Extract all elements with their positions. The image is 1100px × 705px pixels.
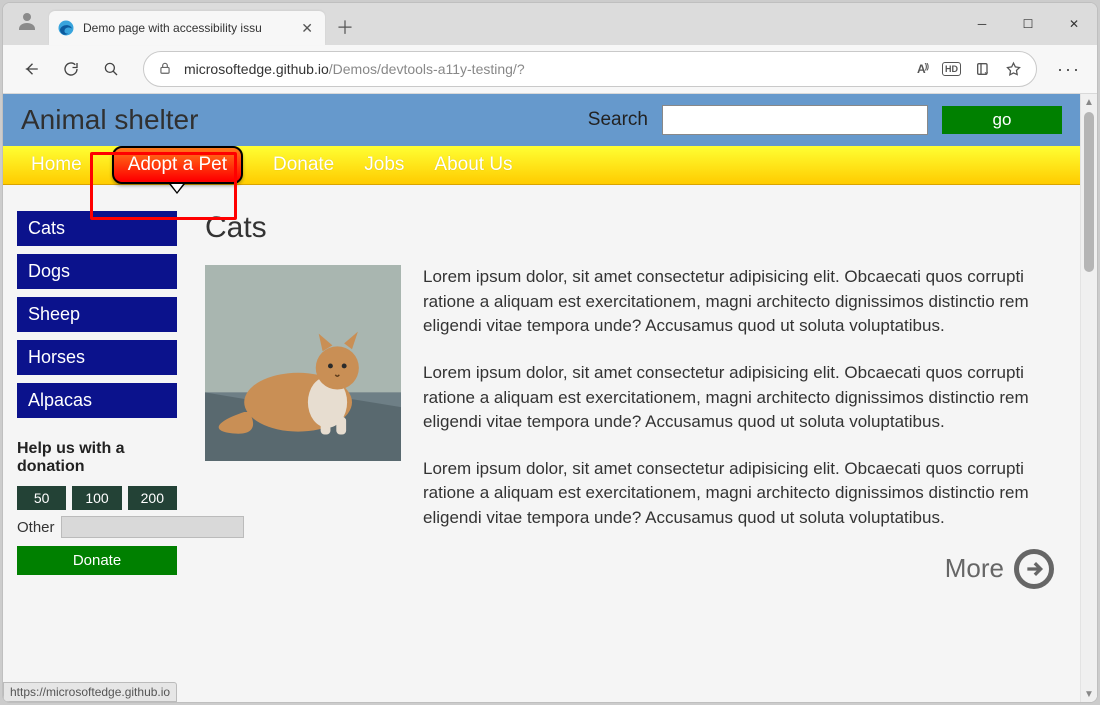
search-form: Search go: [588, 105, 1062, 135]
article-text: Lorem ipsum dolor, sit amet consectetur …: [423, 265, 1054, 589]
arrow-right-circle-icon: [1014, 549, 1054, 589]
donation-amounts: 50 100 200: [17, 486, 177, 510]
minimize-button[interactable]: ─: [959, 3, 1005, 45]
browser-tab[interactable]: Demo page with accessibility issu ✕: [49, 11, 325, 45]
donation-amount-100[interactable]: 100: [72, 486, 121, 510]
menu-button[interactable]: ···: [1051, 51, 1087, 87]
browser-window: Demo page with accessibility issu ✕ ＋ ─ …: [2, 2, 1098, 703]
viewport: Animal shelter Search go Home Adopt a Pe…: [3, 94, 1097, 702]
browser-toolbar: microsoftedge.github.io/Demos/devtools-a…: [3, 45, 1097, 94]
scroll-down-icon[interactable]: ▼: [1081, 686, 1097, 702]
search-input[interactable]: [662, 105, 928, 135]
vertical-scrollbar[interactable]: ▲ ▼: [1080, 94, 1097, 702]
donation-amount-50[interactable]: 50: [17, 486, 66, 510]
nav-donate[interactable]: Donate: [273, 154, 334, 176]
refresh-button[interactable]: [53, 51, 89, 87]
more-link[interactable]: More: [423, 549, 1054, 589]
close-window-button[interactable]: ✕: [1051, 3, 1097, 45]
donation-other-label: Other: [17, 519, 55, 536]
window-controls: ─ ☐ ✕: [959, 3, 1097, 45]
read-aloud-icon[interactable]: A)): [917, 62, 928, 76]
scroll-up-icon[interactable]: ▲: [1081, 94, 1097, 110]
nav-adopt-label: Adopt a Pet: [128, 154, 227, 175]
page-content: Animal shelter Search go Home Adopt a Pe…: [3, 94, 1080, 702]
article: Lorem ipsum dolor, sit amet consectetur …: [205, 265, 1054, 589]
lock-icon: [158, 61, 172, 78]
nav-home[interactable]: Home: [31, 154, 82, 176]
main-content: Cats: [205, 211, 1060, 589]
nav-about[interactable]: About Us: [434, 154, 512, 176]
search-button[interactable]: [93, 51, 129, 87]
search-go-button[interactable]: go: [942, 106, 1062, 134]
article-paragraph-1: Lorem ipsum dolor, sit amet consectetur …: [423, 265, 1054, 339]
status-bar: https://microsoftedge.github.io: [3, 682, 177, 702]
url-host: microsoftedge.github.io: [184, 61, 329, 77]
donate-button[interactable]: Donate: [17, 546, 177, 575]
titlebar: Demo page with accessibility issu ✕ ＋ ─ …: [3, 3, 1097, 45]
scroll-thumb[interactable]: [1084, 112, 1094, 272]
site-header: Animal shelter Search go: [3, 94, 1080, 146]
nav-jobs[interactable]: Jobs: [364, 154, 404, 176]
hd-icon[interactable]: HD: [942, 62, 961, 76]
donation-amount-200[interactable]: 200: [128, 486, 177, 510]
nav-adopt-wrap: Adopt a Pet: [112, 146, 243, 184]
sidebar-item-dogs[interactable]: Dogs: [17, 254, 177, 289]
tab-close-icon[interactable]: ✕: [297, 20, 317, 37]
more-label: More: [945, 553, 1004, 584]
address-bar-icons: A)) HD: [917, 61, 1022, 78]
nav-adopt-tooltip[interactable]: Adopt a Pet: [112, 146, 243, 184]
favorite-icon[interactable]: [1005, 61, 1022, 78]
edge-favicon: [57, 19, 75, 37]
page-heading: Cats: [205, 211, 1054, 245]
tab-title: Demo page with accessibility issu: [83, 21, 297, 35]
article-paragraph-3: Lorem ipsum dolor, sit amet consectetur …: [423, 457, 1054, 531]
tooltip-pointer-icon: [169, 184, 185, 194]
collections-icon[interactable]: [975, 61, 991, 77]
sidebar-item-cats[interactable]: Cats: [17, 211, 177, 246]
sidebar: Cats Dogs Sheep Horses Alpacas Help us w…: [17, 211, 177, 589]
article-paragraph-2: Lorem ipsum dolor, sit amet consectetur …: [423, 361, 1054, 435]
address-bar[interactable]: microsoftedge.github.io/Demos/devtools-a…: [143, 51, 1037, 87]
site-nav: Home Adopt a Pet Donate Jobs About Us: [3, 146, 1080, 185]
cat-image: [205, 265, 401, 461]
url-path: /Demos/devtools-a11y-testing/?: [329, 61, 525, 77]
page-body: Cats Dogs Sheep Horses Alpacas Help us w…: [3, 185, 1080, 599]
back-button[interactable]: [13, 51, 49, 87]
maximize-button[interactable]: ☐: [1005, 3, 1051, 45]
sidebar-item-alpacas[interactable]: Alpacas: [17, 383, 177, 418]
donation-heading: Help us with a donation: [17, 440, 177, 476]
search-label: Search: [588, 109, 648, 131]
sidebar-item-sheep[interactable]: Sheep: [17, 297, 177, 332]
new-tab-button[interactable]: ＋: [331, 13, 359, 41]
sidebar-item-horses[interactable]: Horses: [17, 340, 177, 375]
donation-other-row: Other: [17, 516, 177, 538]
site-title: Animal shelter: [21, 104, 198, 136]
profile-icon[interactable]: [13, 7, 41, 35]
